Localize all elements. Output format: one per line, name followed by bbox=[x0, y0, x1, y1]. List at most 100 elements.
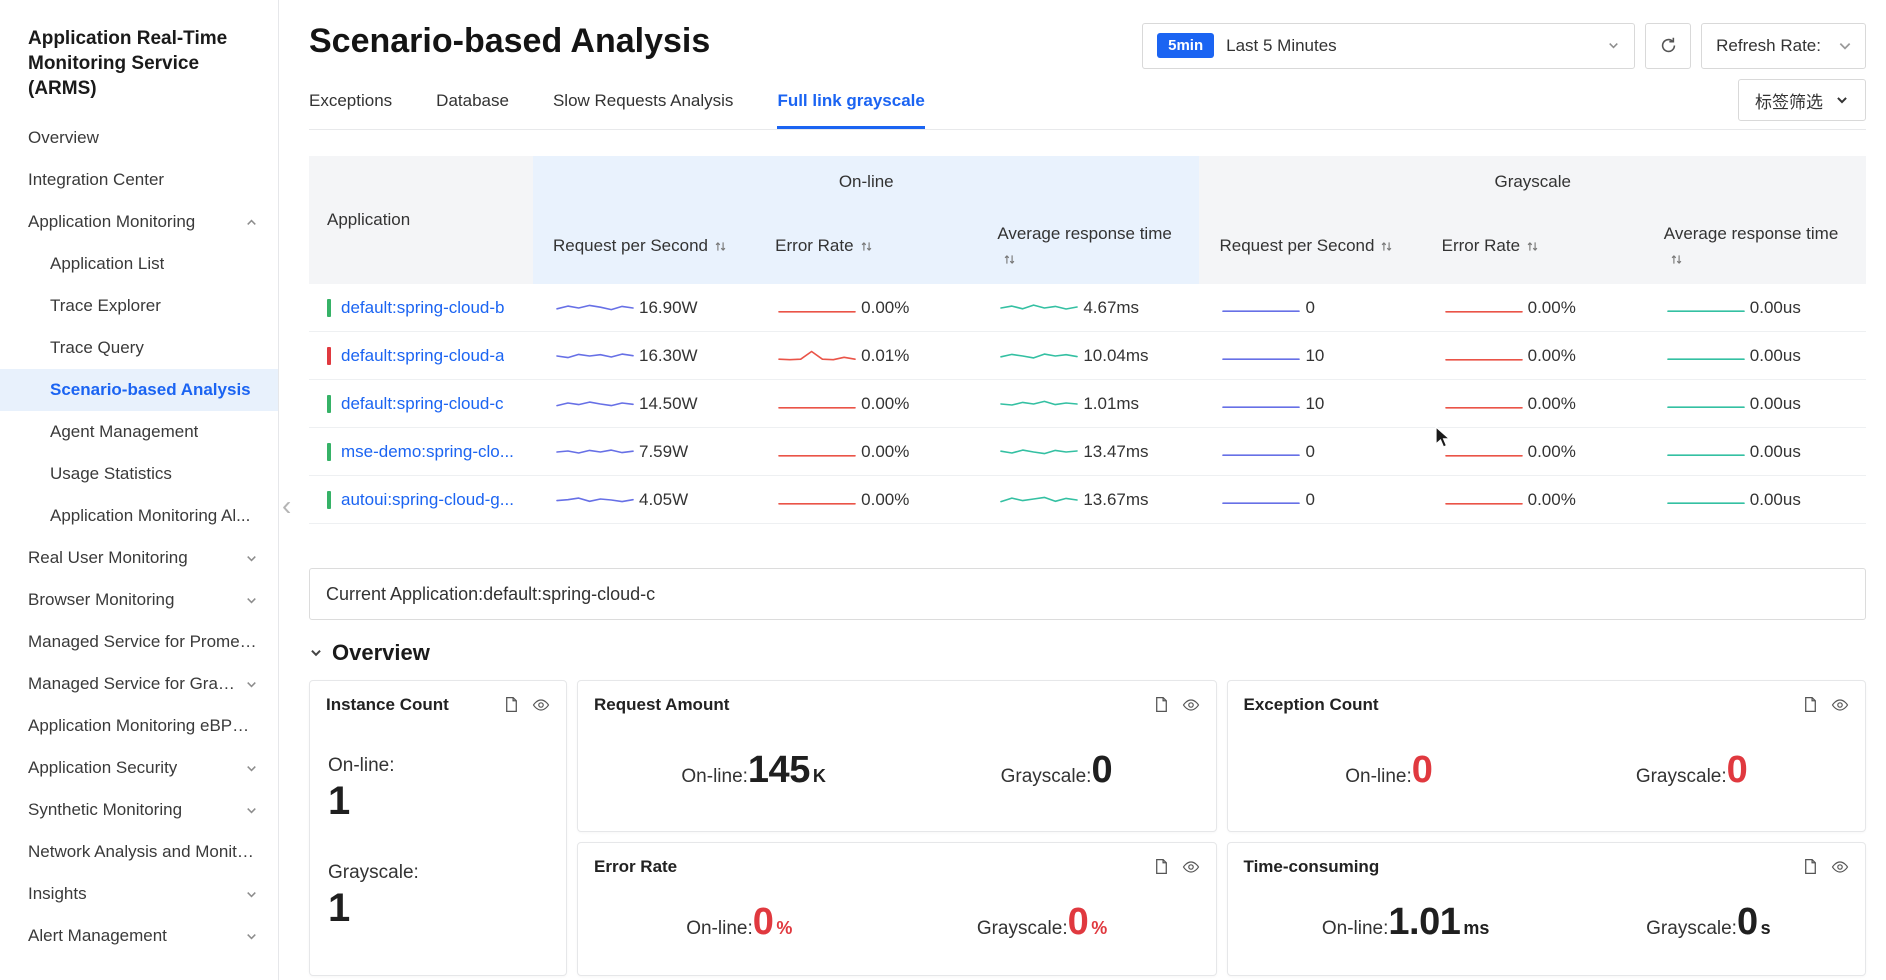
eye-icon[interactable] bbox=[1182, 696, 1200, 714]
column-header-online-rps: Request per Second bbox=[533, 208, 755, 284]
sort-icon[interactable] bbox=[860, 240, 873, 253]
eye-icon[interactable] bbox=[1182, 858, 1200, 876]
metric-value: 4.05W bbox=[639, 490, 688, 510]
sort-icon[interactable] bbox=[1380, 240, 1393, 253]
section-collapse-icon[interactable] bbox=[309, 646, 323, 660]
chevron-down-icon bbox=[245, 552, 258, 565]
card-error-rate: Error Rate On-line:0% Grayscale:0% bbox=[577, 842, 1217, 976]
sidebar-nav: OverviewIntegration CenterApplication Mo… bbox=[0, 117, 278, 957]
sidebar-collapse-handle[interactable]: ‹ bbox=[282, 492, 291, 520]
report-icon[interactable] bbox=[1153, 696, 1170, 714]
metric-value: 16.30W bbox=[639, 346, 698, 366]
tab-full-link-grayscale[interactable]: Full link grayscale bbox=[777, 79, 924, 129]
eye-icon[interactable] bbox=[1831, 696, 1849, 714]
sparkline-online-avg-response bbox=[997, 488, 1081, 512]
card-title: Instance Count bbox=[326, 695, 449, 715]
time-range-select[interactable]: 5min Last 5 Minutes bbox=[1142, 23, 1635, 69]
sidebar-item-application-list[interactable]: Application List bbox=[0, 243, 278, 285]
sidebar-item-managed-service-for-prometh[interactable]: Managed Service for Prometh... bbox=[0, 621, 278, 663]
metric-value: 0 bbox=[1412, 749, 1433, 791]
sidebar-item-label: Real User Monitoring bbox=[28, 548, 188, 568]
eye-icon[interactable] bbox=[1831, 858, 1849, 876]
tab-exceptions[interactable]: Exceptions bbox=[309, 79, 392, 129]
arms-console: Application Real-Time Monitoring Service… bbox=[0, 0, 1886, 980]
sidebar-item-application-security[interactable]: Application Security bbox=[0, 747, 278, 789]
tab-database[interactable]: Database bbox=[436, 79, 509, 129]
sparkline-gray-avg-response bbox=[1664, 488, 1748, 512]
sidebar-item-label: Managed Service for Grafana bbox=[28, 674, 237, 694]
metric-value: 0.00% bbox=[1528, 394, 1576, 414]
metric-value: 0.00% bbox=[861, 298, 909, 318]
sidebar-item-overview[interactable]: Overview bbox=[0, 117, 278, 159]
sidebar-item-application-monitoring-ebpf-e[interactable]: Application Monitoring eBPF E... bbox=[0, 705, 278, 747]
sidebar-item-agent-management[interactable]: Agent Management bbox=[0, 411, 278, 453]
metric-label: Grayscale: bbox=[1001, 766, 1092, 787]
sidebar-item-insights[interactable]: Insights bbox=[0, 873, 278, 915]
sidebar-item-application-monitoring[interactable]: Application Monitoring bbox=[0, 201, 278, 243]
sidebar-item-real-user-monitoring[interactable]: Real User Monitoring bbox=[0, 537, 278, 579]
overview-section-header: Overview bbox=[309, 640, 1866, 666]
metric-unit: ms bbox=[1463, 918, 1489, 938]
column-header-application: Application bbox=[309, 156, 533, 284]
column-header-gray-rps: Request per Second bbox=[1199, 208, 1421, 284]
sidebar-item-usage-statistics[interactable]: Usage Statistics bbox=[0, 453, 278, 495]
sort-icon[interactable] bbox=[1003, 253, 1016, 266]
sort-icon[interactable] bbox=[1526, 240, 1539, 253]
sidebar-item-synthetic-monitoring[interactable]: Synthetic Monitoring bbox=[0, 789, 278, 831]
eye-icon[interactable] bbox=[532, 696, 550, 714]
sparkline-gray-rps bbox=[1219, 488, 1303, 512]
sort-icon[interactable] bbox=[714, 240, 727, 253]
sidebar-item-label: Browser Monitoring bbox=[28, 590, 174, 610]
report-icon[interactable] bbox=[1153, 858, 1170, 876]
metric-grayscale: Grayscale:0% bbox=[977, 901, 1107, 944]
card-title: Error Rate bbox=[594, 857, 677, 877]
sidebar-item-scenario-based-analysis[interactable]: Scenario-based Analysis bbox=[0, 369, 278, 411]
metric-value: 0 bbox=[1305, 442, 1314, 462]
application-link[interactable]: default:spring-cloud-a bbox=[341, 346, 504, 366]
sparkline-gray-avg-response bbox=[1664, 392, 1748, 416]
sidebar-item-alert-management[interactable]: Alert Management bbox=[0, 915, 278, 957]
metric-value: 0 bbox=[753, 901, 774, 943]
report-icon[interactable] bbox=[1802, 858, 1819, 876]
application-link[interactable]: default:spring-cloud-c bbox=[341, 394, 504, 414]
sidebar-item-application-monitoring-al[interactable]: Application Monitoring Al... bbox=[0, 495, 278, 537]
metric-label: On-line: bbox=[328, 755, 550, 777]
metric-grayscale: Grayscale:0 bbox=[1636, 749, 1747, 792]
sidebar-item-trace-query[interactable]: Trace Query bbox=[0, 327, 278, 369]
time-range-label: Last 5 Minutes bbox=[1226, 36, 1337, 56]
sidebar-item-label: Application Security bbox=[28, 758, 177, 778]
column-header-online-avg-response: Average response time bbox=[977, 208, 1199, 284]
metric-label: Grayscale: bbox=[1636, 766, 1727, 787]
sparkline-online-error-rate bbox=[775, 296, 859, 320]
sidebar-item-trace-explorer[interactable]: Trace Explorer bbox=[0, 285, 278, 327]
sidebar-item-network-analysis-and-monitor[interactable]: Network Analysis and Monitor... bbox=[0, 831, 278, 873]
metric-label: On-line: bbox=[1345, 766, 1412, 787]
application-link[interactable]: mse-demo:spring-clo... bbox=[341, 442, 514, 462]
sparkline-online-avg-response bbox=[997, 296, 1081, 320]
time-badge: 5min bbox=[1157, 33, 1214, 58]
tab-slow-requests-analysis[interactable]: Slow Requests Analysis bbox=[553, 79, 733, 129]
sidebar-item-label: Usage Statistics bbox=[50, 464, 172, 484]
application-link[interactable]: default:spring-cloud-b bbox=[341, 298, 504, 318]
metric-online: On-line:145K bbox=[681, 749, 825, 792]
metric-value: 13.47ms bbox=[1083, 442, 1148, 462]
sparkline-gray-avg-response bbox=[1664, 440, 1748, 464]
sparkline-gray-rps bbox=[1219, 440, 1303, 464]
refresh-button[interactable] bbox=[1645, 23, 1691, 69]
sparkline-online-avg-response bbox=[997, 440, 1081, 464]
overview-section-title: Overview bbox=[332, 640, 430, 666]
report-icon[interactable] bbox=[503, 696, 520, 714]
status-indicator bbox=[327, 299, 331, 317]
status-indicator bbox=[327, 395, 331, 413]
report-icon[interactable] bbox=[1802, 696, 1819, 714]
sort-icon[interactable] bbox=[1670, 253, 1683, 266]
sidebar-item-integration-center[interactable]: Integration Center bbox=[0, 159, 278, 201]
application-link[interactable]: autoui:spring-cloud-g... bbox=[341, 490, 514, 510]
sidebar-item-browser-monitoring[interactable]: Browser Monitoring bbox=[0, 579, 278, 621]
sidebar-item-managed-service-for-grafana[interactable]: Managed Service for Grafana bbox=[0, 663, 278, 705]
tag-filter-button[interactable]: 标签筛选 bbox=[1738, 79, 1866, 121]
product-title: Application Real-Time Monitoring Service… bbox=[0, 26, 278, 117]
table-row: mse-demo:spring-clo...7.59W0.00%13.47ms0… bbox=[309, 428, 1866, 476]
metric-value: 0 bbox=[1737, 901, 1758, 943]
refresh-rate-select[interactable]: Refresh Rate: bbox=[1701, 23, 1866, 69]
